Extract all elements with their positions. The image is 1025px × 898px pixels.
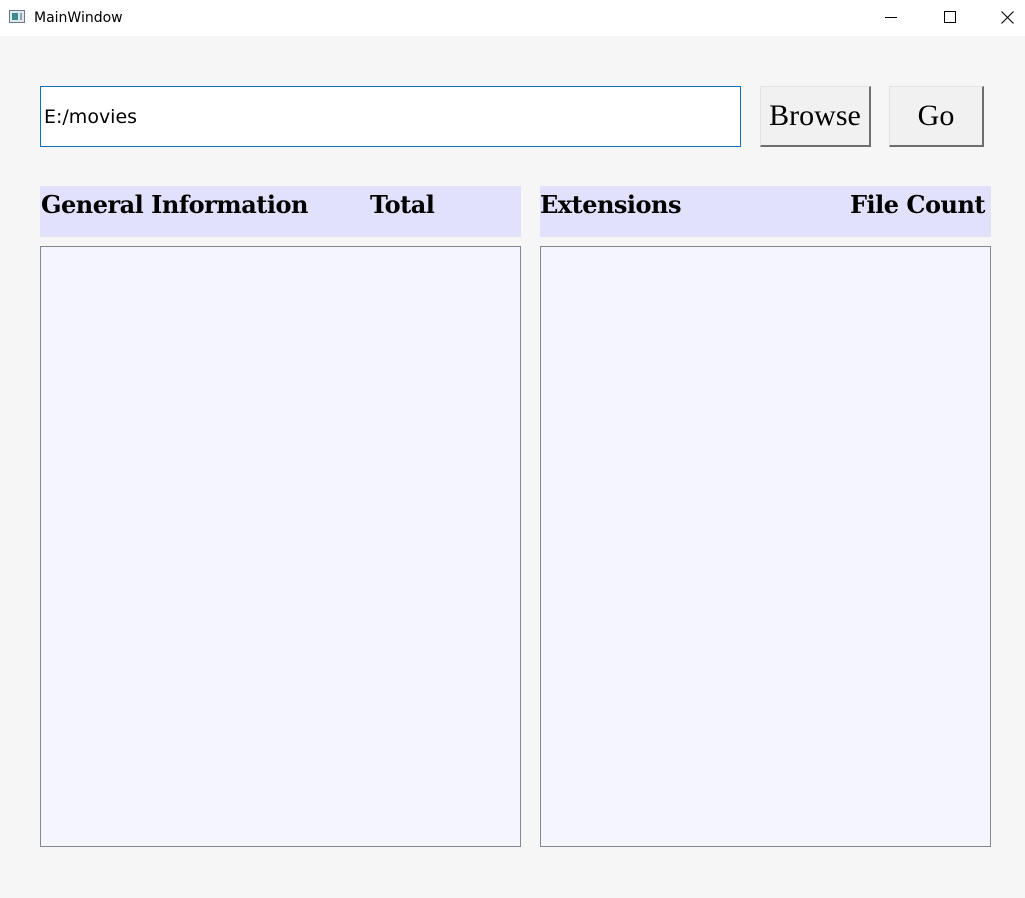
extensions-header: Extensions File Count: [540, 186, 991, 237]
general-information-header: General Information Total: [40, 186, 521, 237]
maximize-icon: [944, 11, 956, 23]
close-icon: [1001, 11, 1014, 24]
maximize-button[interactable]: [926, 0, 972, 36]
go-button[interactable]: Go: [889, 86, 984, 147]
extensions-list[interactable]: [540, 246, 991, 847]
browse-button[interactable]: Browse: [760, 86, 871, 147]
main-window: MainWindow Browse Go General Information…: [0, 0, 1025, 898]
minimize-button[interactable]: [868, 0, 914, 36]
general-information-list[interactable]: [40, 246, 521, 847]
path-input[interactable]: [40, 86, 741, 147]
general-information-label: General Information: [41, 190, 308, 219]
minimize-icon: [885, 17, 897, 18]
app-icon: [9, 10, 25, 23]
close-button[interactable]: [985, 0, 1025, 36]
title-bar[interactable]: MainWindow: [0, 0, 1025, 36]
window-title: MainWindow: [34, 10, 123, 26]
file-count-label: File Count: [850, 190, 986, 219]
total-label: Total: [370, 190, 435, 219]
extensions-label: Extensions: [540, 190, 682, 219]
